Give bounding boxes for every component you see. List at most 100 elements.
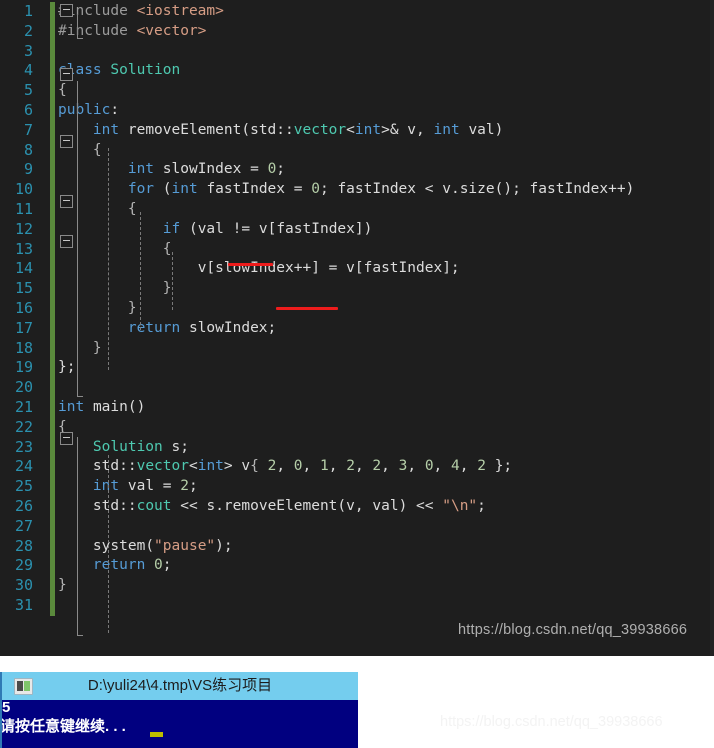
change-bar [50,279,55,299]
fold-line-main [77,437,78,635]
line-number: 8 [23,140,33,159]
fold-toggle-line-7[interactable] [60,135,73,148]
line-number: 13 [14,239,33,258]
background-gap [0,656,714,672]
change-bar [50,120,55,141]
code-text: return slowIndex; [127,319,277,336]
line-number: 24 [14,457,33,476]
change-bar [50,378,55,398]
line-number: 21 [14,398,33,416]
change-bar [50,41,55,62]
change-bar [50,457,55,478]
line-number: 20 [14,378,33,397]
code-text: system("pause"); [92,537,233,554]
change-bar [50,299,55,319]
console-window[interactable]: D:\yuli24\4.tmp\VS练习项目 5 请按任意键继续. . . [0,672,358,748]
code-line[interactable]: 20 [0,378,714,398]
line-number: 30 [14,576,33,595]
line-number: 6 [23,101,33,119]
line-number: 7 [23,120,33,139]
fold-line-for [140,212,141,330]
change-bar [50,160,55,181]
line-number: 22 [14,417,33,436]
code-line[interactable]: 22{ [0,417,714,438]
code-text: std::vector<int> v{ 2, 0, 1, 2, 2, 3, 0,… [92,458,513,475]
change-bar [50,81,55,101]
fold-toggle-line-21[interactable] [60,432,73,445]
console-cursor [150,732,163,737]
line-number: 16 [14,299,33,317]
line-number: 28 [14,536,33,555]
line-number: 1 [23,2,33,20]
code-text: } [127,300,137,316]
code-line[interactable]: 4 class Solution [0,61,714,82]
line-number: 31 [14,596,33,614]
change-bar [50,140,55,161]
line-number: 18 [14,338,33,357]
fold-line-main-body [108,455,109,633]
console-output-area[interactable]: 5 请按任意键继续. . . [0,699,358,748]
code-text: std::cout << s.removeElement(v, val) << … [92,498,486,514]
code-text: return 0; [92,557,172,574]
change-bar [50,556,55,577]
line-number: 14 [14,259,33,278]
code-line[interactable]: 6 public: [0,101,714,121]
line-number: 15 [14,279,33,298]
line-number: 25 [14,477,33,496]
change-bar [50,259,55,280]
code-line[interactable]: 2 #include <vector> [0,21,714,42]
line-number: 17 [14,318,33,337]
fold-toggle-line-1[interactable] [60,4,73,17]
annotation-underline-1 [228,263,273,266]
code-text: }; [58,359,76,376]
code-text: class Solution [58,62,181,79]
change-bar [50,398,55,418]
code-text: } [92,339,102,356]
line-number: 2 [23,21,33,40]
change-bar [50,576,55,596]
code-editor[interactable]: 1 #include <iostream> 2 #include <vector> 3 4… [0,0,714,656]
code-line[interactable]: 5{ [0,81,714,101]
fold-toggle-line-10[interactable] [60,195,73,208]
fold-line-method [108,148,109,370]
change-bar [50,417,55,438]
change-bar [50,180,55,200]
line-number: 26 [14,497,33,515]
code-text: #include <iostream> [58,3,224,19]
code-text: } [58,577,67,594]
console-title-bar[interactable]: D:\yuli24\4.tmp\VS练习项目 [2,672,358,700]
change-bar [50,536,55,557]
line-number: 12 [14,219,33,238]
line-number: 9 [23,160,33,179]
code-line[interactable]: 1 #include <iostream> [0,2,714,22]
change-bar [50,101,55,121]
change-bar [50,437,55,458]
code-text: public: [58,102,120,118]
change-bar [50,596,55,616]
fold-toggle-line-4[interactable] [60,68,73,81]
code-text: int main() [58,399,146,415]
change-bar [50,318,55,339]
code-text: int val = 2; [92,478,198,495]
console-prompt-text: 请按任意键继续. . . [0,718,126,735]
console-output-value: 5 [2,699,11,716]
page-watermark: https://blog.csdn.net/qq_39938666 [440,714,663,730]
code-line[interactable]: 3 [0,41,714,62]
fold-toggle-line-12[interactable] [60,235,73,248]
fold-line-if [172,252,173,310]
line-number: 3 [23,41,33,60]
code-line[interactable]: 7 int removeElement(std::vector<int>& v,… [0,120,714,141]
code-text: if (val != v[fastIndex]) [162,220,373,237]
code-line[interactable]: 21 int main() [0,398,714,418]
line-number: 23 [14,437,33,456]
change-bar [50,239,55,260]
change-bar [50,358,55,379]
change-bar [50,200,55,220]
line-number: 27 [14,516,33,535]
code-text: { [162,240,172,257]
fold-elbow-class [77,390,83,397]
change-bar [50,219,55,240]
code-text: int slowIndex = 0; [127,161,286,178]
editor-watermark: https://blog.csdn.net/qq_39938666 [458,622,688,638]
line-number: 4 [23,61,33,80]
